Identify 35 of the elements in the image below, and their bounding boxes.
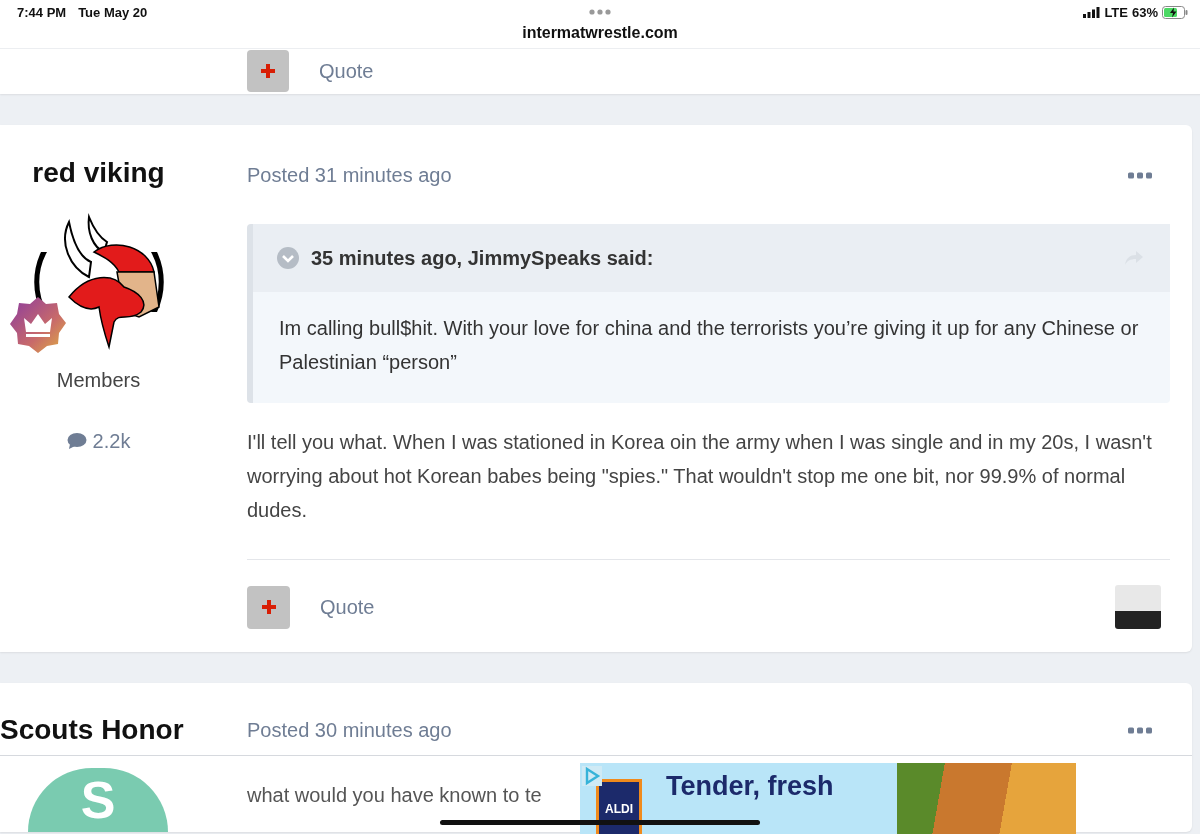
crown-badge-icon: [8, 296, 67, 354]
more-options-icon[interactable]: [1128, 726, 1152, 734]
post-count: 2.2k: [92, 429, 131, 454]
quote-link[interactable]: Quote: [320, 595, 375, 619]
more-options-icon[interactable]: [1128, 171, 1152, 179]
post-text: I'll tell you what. When I was stationed in Korea oin the army when I was single and in my 20s, I wasn't worrying about hot Korean babes being "spies." That wouldn't stop me one bit, nor 99.9% of normal dudes.: [247, 430, 1153, 523]
plus-icon: [260, 63, 276, 79]
battery-icon: [1162, 6, 1188, 19]
speech-bubble-icon: [66, 432, 87, 450]
post-timestamp[interactable]: Posted 30 minutes ago: [247, 718, 452, 742]
reaction-button[interactable]: [247, 585, 290, 629]
letter-avatar: S: [28, 768, 168, 832]
user-avatar-placeholder: [1115, 585, 1161, 629]
member-group: Members: [56, 366, 141, 394]
network-label: LTE: [1104, 5, 1128, 20]
address-url[interactable]: intermatwrestle.com: [522, 24, 678, 42]
quote-author: 35 minutes ago, JimmySpeaks said:: [311, 246, 655, 270]
author-name[interactable]: red viking: [32, 156, 165, 190]
post-text: what would you have known to te: [247, 784, 542, 808]
clock-time: 7:44 PM: [17, 5, 67, 20]
post-timestamp[interactable]: Posted 31 minutes ago: [247, 163, 452, 187]
author-name[interactable]: Scouts Honor: [0, 713, 184, 747]
battery-percent: 63%: [1131, 5, 1158, 20]
ad-choices-icon[interactable]: [582, 766, 602, 786]
more-dots-icon[interactable]: [589, 9, 611, 15]
quote-link[interactable]: Quote: [319, 59, 374, 83]
signal-icon: [1083, 7, 1101, 18]
brand-name: ALDI: [605, 802, 633, 818]
ad-banner[interactable]: ALDI Tender, fresh: [580, 763, 1076, 834]
reaction-button[interactable]: [247, 50, 289, 92]
chevron-down-icon[interactable]: [277, 247, 299, 269]
ad-headline: Tender, fresh: [666, 771, 835, 803]
plus-icon: [260, 599, 277, 615]
quote-text: Im calling bull$hit. With your love for china and the terrorists you’re giving it up for any Chinese or Palestinian “person”: [278, 316, 1140, 375]
date-label: Tue May 20: [78, 5, 148, 20]
